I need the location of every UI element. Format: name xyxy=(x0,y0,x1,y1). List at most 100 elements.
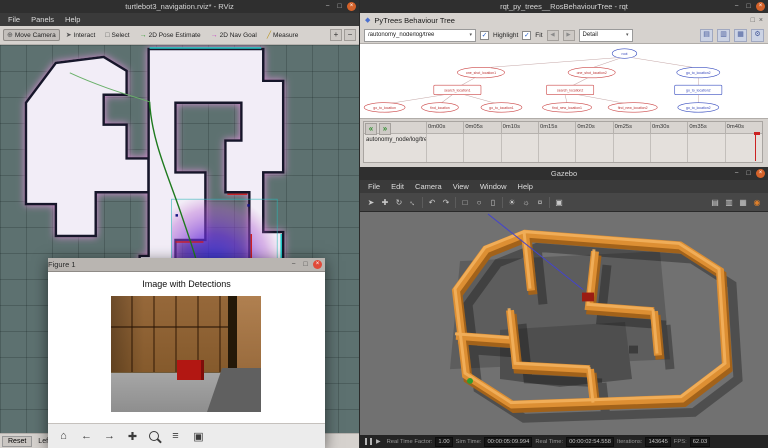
tree-node[interactable]: go_to_location1 xyxy=(480,102,523,113)
joint-icon[interactable]: ▤ xyxy=(710,198,720,207)
pause-icon[interactable] xyxy=(365,438,372,445)
jump-to-start-button[interactable]: « xyxy=(365,123,377,135)
maximize-icon[interactable]: □ xyxy=(744,169,753,178)
tree-node[interactable]: find_new_location2 xyxy=(607,102,658,113)
save-icon[interactable]: ▥ xyxy=(717,28,730,42)
timeline-cell[interactable] xyxy=(575,134,612,162)
home-icon[interactable]: ⌂ xyxy=(57,430,70,442)
forward-icon[interactable]: → xyxy=(103,430,116,442)
subplots-icon[interactable]: ≡ xyxy=(169,430,182,442)
snap-icon[interactable]: ▦ xyxy=(738,198,748,207)
box-icon[interactable]: □ xyxy=(460,198,470,207)
settings-icon[interactable]: ⚙ xyxy=(751,28,764,42)
sphere-marker[interactable] xyxy=(467,378,473,384)
fit-checkbox[interactable]: ✓ xyxy=(522,30,532,40)
timeline-cell[interactable] xyxy=(463,134,500,162)
menu-view[interactable]: View xyxy=(453,182,469,191)
menu-file[interactable]: File xyxy=(368,182,380,191)
tree-node[interactable]: search_location2 xyxy=(546,84,595,96)
figure-titlebar[interactable]: Figure 1 − □ × xyxy=(48,258,325,272)
step-icon[interactable]: ▶ xyxy=(376,438,381,445)
tree-node[interactable]: one_shot_location1 xyxy=(457,66,505,79)
pose-estimate-button[interactable]: → 2D Pose Estimate xyxy=(136,30,205,41)
maximize-icon[interactable]: □ xyxy=(301,260,310,269)
close-icon[interactable]: × xyxy=(347,1,356,11)
interact-button[interactable]: ➤ Interact xyxy=(62,29,100,41)
maximize-icon[interactable]: □ xyxy=(335,2,344,11)
minimize-icon[interactable]: − xyxy=(732,169,741,178)
point-light-icon[interactable]: ☀ xyxy=(507,198,517,207)
timeline-cell[interactable] xyxy=(687,134,724,162)
timeline-cell[interactable] xyxy=(426,134,463,162)
minimize-icon[interactable]: − xyxy=(323,2,332,11)
next-tree-button[interactable]: ▶ xyxy=(562,29,575,41)
red-box-model[interactable] xyxy=(582,292,594,302)
tree-node[interactable]: search_location1 xyxy=(433,84,482,96)
close-panel-icon[interactable]: × xyxy=(759,17,763,24)
menu-edit[interactable]: Edit xyxy=(391,182,404,191)
gazebo-3d-viewport[interactable] xyxy=(360,212,768,435)
remove-tool-button[interactable]: − xyxy=(344,29,356,41)
rotate-icon[interactable]: ↻ xyxy=(394,198,404,207)
tree-node[interactable]: root xyxy=(611,48,638,59)
menu-window[interactable]: Window xyxy=(480,182,507,191)
minimize-icon[interactable]: − xyxy=(289,260,298,269)
redo-icon[interactable]: ↷ xyxy=(441,198,451,207)
scale-icon[interactable]: ↔ xyxy=(406,195,419,208)
cylinder-icon[interactable]: ▯ xyxy=(488,198,498,207)
tree-node[interactable]: go_to_location2 xyxy=(674,84,723,96)
menu-help[interactable]: Help xyxy=(65,15,80,24)
sphere-icon[interactable]: ○ xyxy=(474,198,484,207)
add-tool-button[interactable]: + xyxy=(330,29,342,41)
prev-tree-button[interactable]: ◀ xyxy=(546,29,559,41)
screenshot-icon[interactable]: ▣ xyxy=(554,198,564,207)
timeline-current-marker[interactable] xyxy=(754,132,759,161)
measure-button[interactable]: ╱ Measure xyxy=(263,29,303,41)
menu-file[interactable]: File xyxy=(8,15,20,24)
gazebo-titlebar[interactable]: Gazebo − □ × xyxy=(360,167,768,180)
align-icon[interactable]: ▥ xyxy=(724,198,734,207)
translate-icon[interactable]: ✚ xyxy=(380,198,390,207)
reset-button[interactable]: Reset xyxy=(2,435,33,447)
menu-panels[interactable]: Panels xyxy=(31,15,54,24)
timeline-cell[interactable] xyxy=(612,134,650,162)
select-icon[interactable]: ➤ xyxy=(366,198,376,207)
timeline-table[interactable]: 0m00s 0m05s 0m10s 0m15s 0m20s 0m25s 0m30… xyxy=(363,121,763,163)
gray-box-model[interactable] xyxy=(629,345,638,354)
back-icon[interactable]: ← xyxy=(80,430,93,442)
nav-goal-button[interactable]: → 2D Nav Goal xyxy=(207,30,261,41)
undo-icon[interactable]: ↶ xyxy=(427,198,437,207)
tree-node[interactable]: go_to_location2 xyxy=(676,66,721,79)
directional-light-icon[interactable]: ¤ xyxy=(535,198,545,207)
highlight-checkbox[interactable]: ✓ xyxy=(480,30,489,40)
behaviour-tree-graph[interactable]: root one_shot_location1 one_shot_locatio… xyxy=(360,43,768,119)
open-icon[interactable]: ▤ xyxy=(700,28,713,42)
rviz-titlebar[interactable]: turtlebot3_navigation.rviz* - RViz − □ × xyxy=(0,0,359,13)
menu-help[interactable]: Help xyxy=(518,182,533,191)
record-icon[interactable]: ◉ xyxy=(752,198,762,207)
pan-icon[interactable]: ✚ xyxy=(126,430,139,443)
tree-node[interactable]: one_shot_location2 xyxy=(567,66,616,79)
spot-light-icon[interactable]: ☼ xyxy=(521,198,531,207)
timeline-cell[interactable] xyxy=(500,134,538,162)
zoom-icon[interactable] xyxy=(149,431,159,441)
tree-node[interactable]: find_location xyxy=(421,102,459,113)
close-icon[interactable]: × xyxy=(313,259,322,269)
tree-node[interactable]: go_to_location xyxy=(363,102,406,113)
select-button[interactable]: □ Select xyxy=(101,30,133,41)
detail-combobox[interactable]: Detail ▾ xyxy=(578,28,633,42)
tree-node[interactable]: go_to_location2 xyxy=(677,102,720,113)
timeline-cell[interactable] xyxy=(724,134,762,162)
save-icon[interactable]: ▣ xyxy=(192,430,205,443)
close-icon[interactable]: × xyxy=(756,168,765,178)
timeline-cell[interactable] xyxy=(537,134,575,162)
menu-camera[interactable]: Camera xyxy=(415,182,442,191)
rqt-titlebar[interactable]: rqt_py_trees__RosBehaviourTree - rqt − □… xyxy=(360,0,768,13)
undock-icon[interactable]: □ xyxy=(751,17,755,24)
topic-combobox[interactable]: /autonomy_node/log/tree ▾ xyxy=(364,28,476,42)
jump-to-end-button[interactable]: » xyxy=(379,123,391,135)
maximize-icon[interactable]: □ xyxy=(744,2,753,11)
close-icon[interactable]: × xyxy=(756,1,765,11)
minimize-icon[interactable]: − xyxy=(732,2,741,11)
image-icon[interactable]: ▦ xyxy=(734,28,747,42)
